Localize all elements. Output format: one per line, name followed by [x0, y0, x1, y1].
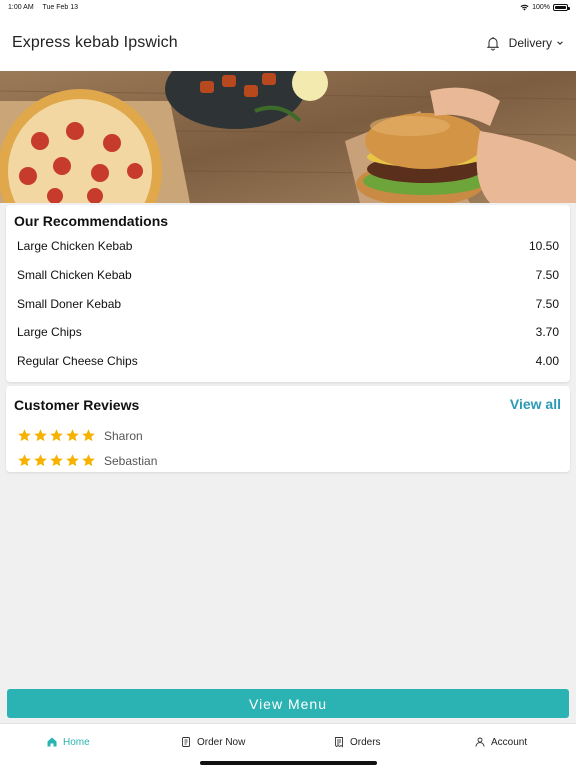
item-name: Large Chips [17, 325, 82, 340]
item-price: 4.00 [535, 354, 559, 369]
review-item[interactable]: Sharon [17, 428, 143, 443]
recommendations-card: Our Recommendations Large Chicken Kebab … [6, 205, 570, 382]
star-icon [18, 454, 31, 467]
item-price: 7.50 [535, 268, 559, 283]
recommendation-item[interactable]: Large Chicken Kebab 10.50 [17, 232, 559, 261]
recommendation-item[interactable]: Large Chips 3.70 [17, 318, 559, 347]
tab-home[interactable]: Home [46, 736, 90, 748]
user-icon [475, 737, 485, 747]
bell-icon[interactable] [485, 35, 501, 51]
star-rating [17, 428, 96, 443]
delivery-mode-label: Delivery [508, 35, 552, 50]
item-price: 3.70 [535, 325, 559, 340]
customer-reviews-card: Customer Reviews View all Sharon Sebasti… [6, 386, 570, 472]
chevron-down-icon [557, 40, 563, 45]
item-name: Small Doner Kebab [17, 296, 122, 311]
food-photo [0, 71, 576, 203]
tab-order-now[interactable]: Order Now [180, 736, 245, 748]
receipt-icon [335, 737, 343, 748]
view-all-reviews-link[interactable]: View all [510, 396, 561, 412]
recommendation-item[interactable]: Small Doner Kebab 7.50 [17, 289, 559, 318]
recommendation-item[interactable]: Small Chicken Kebab 7.50 [17, 261, 559, 290]
battery-percent: 100% [532, 3, 550, 11]
star-icon [66, 429, 79, 442]
reviewer-name: Sebastian [104, 453, 158, 468]
tab-account[interactable]: Account [474, 736, 527, 748]
star-icon [82, 454, 95, 467]
tab-label: Order Now [197, 736, 246, 748]
star-icon [50, 454, 63, 467]
status-date: Tue Feb 13 [42, 3, 79, 11]
tab-label: Orders [350, 736, 381, 748]
tab-label: Account [491, 736, 528, 748]
review-item[interactable]: Sebastian [17, 453, 157, 468]
star-icon [34, 454, 47, 467]
item-name: Small Chicken Kebab [17, 268, 132, 283]
home-icon [47, 737, 57, 747]
item-price: 7.50 [535, 296, 559, 311]
recommendations-list: Large Chicken Kebab 10.50 Small Chicken … [17, 232, 559, 375]
restaurant-title: Express kebab Ipswich [12, 33, 178, 51]
star-icon [34, 429, 47, 442]
star-rating [17, 453, 96, 468]
star-icon [18, 429, 31, 442]
app-header: Express kebab Ipswich Delivery [0, 14, 576, 71]
reviewer-name: Sharon [104, 428, 143, 443]
home-indicator [200, 761, 377, 765]
view-menu-button[interactable]: View Menu [7, 689, 569, 718]
item-name: Regular Cheese Chips [17, 354, 138, 369]
status-time: 1:00 AM [8, 3, 34, 11]
tab-label: Home [63, 736, 90, 748]
wifi-icon [520, 4, 529, 10]
delivery-mode-dropdown[interactable]: Delivery [509, 36, 564, 50]
order-icon [182, 737, 190, 747]
star-icon [66, 454, 79, 467]
recommendations-title: Our Recommendations [14, 213, 169, 229]
item-price: 10.50 [528, 239, 559, 254]
item-name: Large Chicken Kebab [17, 239, 133, 254]
tab-orders[interactable]: Orders [333, 736, 381, 748]
bottom-tab-bar: Home Order Now Orders Account [0, 723, 576, 768]
star-icon [50, 429, 63, 442]
battery-icon [553, 3, 570, 11]
star-icon [82, 429, 95, 442]
hero-banner-image [0, 71, 576, 203]
status-bar: 1:00 AM Tue Feb 13 100% [0, 0, 576, 14]
recommendation-item[interactable]: Regular Cheese Chips 4.00 [17, 347, 559, 376]
reviews-title: Customer Reviews [14, 397, 140, 413]
